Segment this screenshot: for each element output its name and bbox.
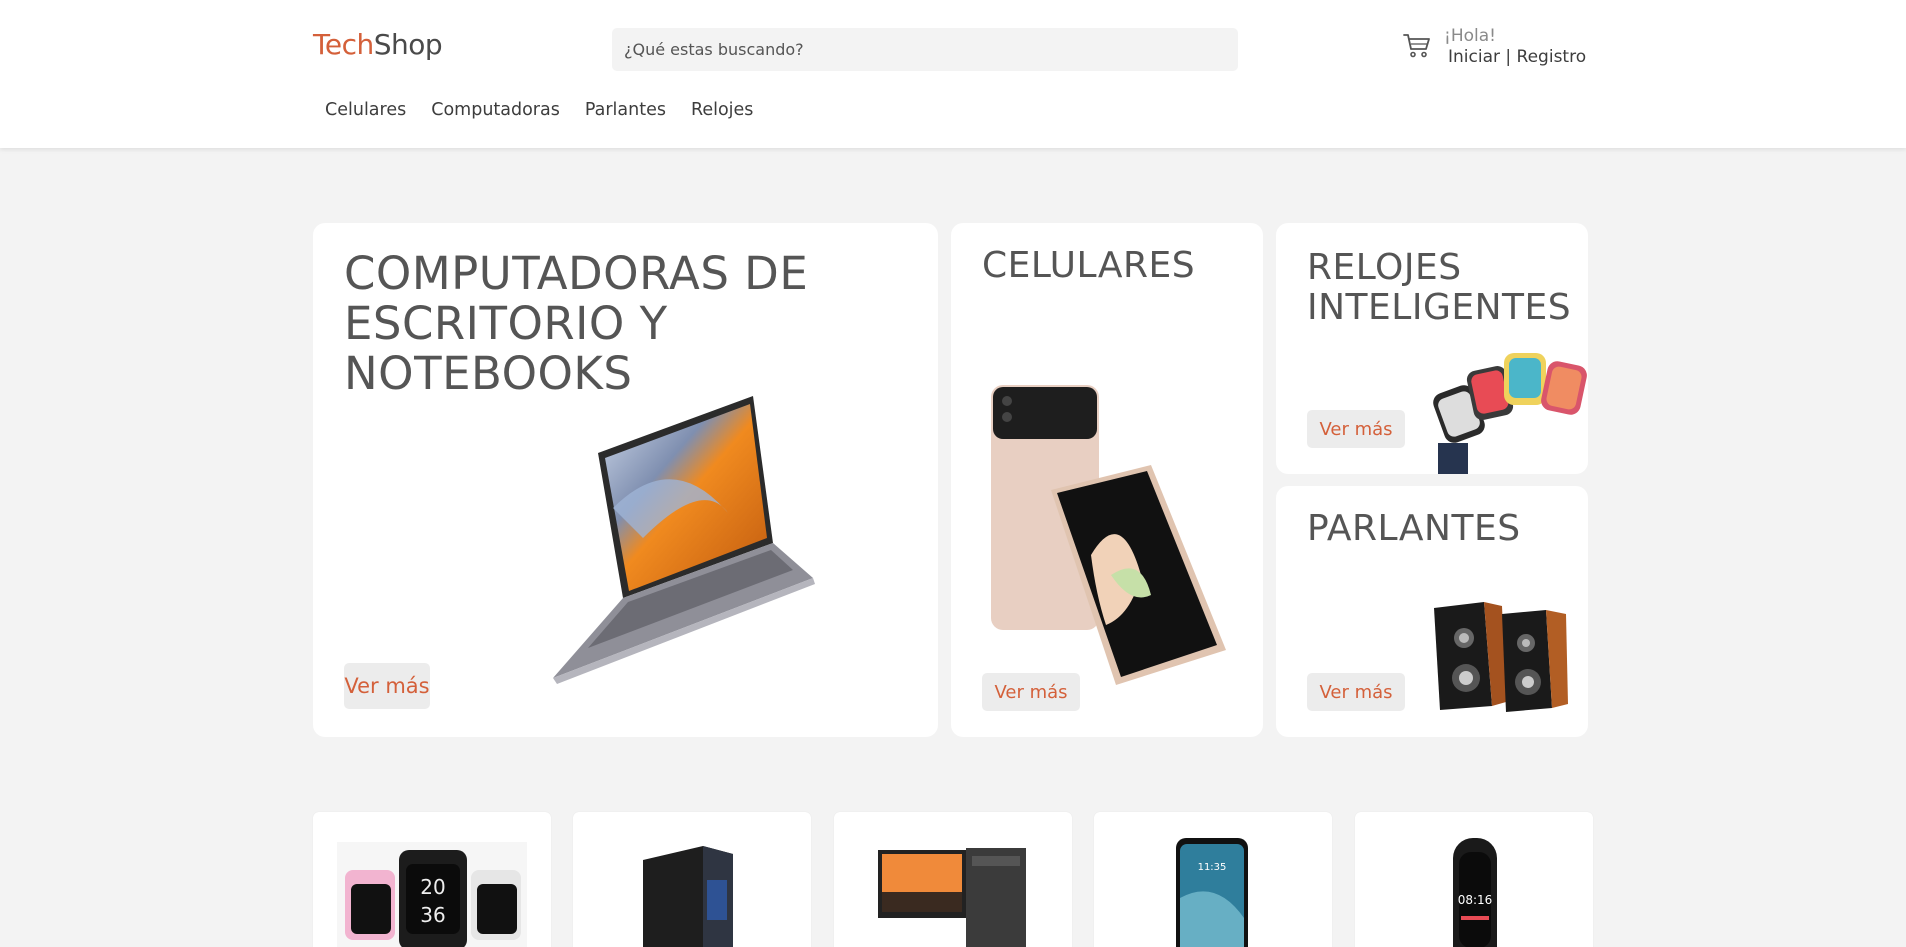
pc-tower-image	[643, 846, 733, 947]
smartphone-image: 11:35	[1176, 838, 1248, 947]
watch-minute: 36	[420, 903, 445, 927]
watches-image	[1433, 353, 1587, 474]
search-input[interactable]	[612, 28, 1238, 71]
nav-item-relojes[interactable]: Relojes	[691, 100, 753, 120]
ver-mas-celulares-button[interactable]: Ver más	[982, 673, 1080, 711]
card-title-line: RELOJES	[1307, 247, 1462, 288]
card-title-parlantes: PARLANTES	[1307, 508, 1521, 549]
card-title-line: COMPUTADORAS DE	[344, 247, 809, 300]
card-title-line: ESCRITORIO Y	[344, 297, 668, 350]
site-header: TechShop ¡Hola! Iniciar | Registro Celul…	[0, 0, 1906, 148]
phone-image	[991, 385, 1226, 685]
category-card-parlantes[interactable]: PARLANTES Ver más	[1276, 486, 1588, 737]
product-card[interactable]	[834, 812, 1072, 947]
auth-links: Iniciar | Registro	[1448, 47, 1586, 67]
nav-item-parlantes[interactable]: Parlantes	[585, 100, 666, 120]
category-card-computadoras[interactable]: COMPUTADORAS DE ESCRITORIO Y NOTEBOOKS V…	[313, 223, 938, 737]
watch-hour: 20	[420, 875, 445, 899]
nav-item-computadoras[interactable]: Computadoras	[431, 100, 560, 120]
desktop-computer-image	[878, 848, 1026, 947]
auth-separator: |	[1500, 47, 1517, 67]
category-card-relojes[interactable]: RELOJES INTELIGENTES Ver más	[1276, 223, 1588, 474]
speakers-image	[1434, 602, 1568, 712]
logo-shop: Shop	[373, 28, 443, 61]
ver-mas-computadoras-button[interactable]: Ver más	[344, 663, 430, 709]
product-card[interactable]: 11:35	[1094, 812, 1332, 947]
card-title-relojes: RELOJES INTELIGENTES	[1307, 248, 1571, 328]
nav-item-celulares[interactable]: Celulares	[325, 100, 406, 120]
laptop-image	[553, 396, 815, 684]
category-nav: Celulares Computadoras Parlantes Relojes	[325, 100, 753, 120]
card-title-line: INTELIGENTES	[1307, 287, 1572, 328]
greeting-text: ¡Hola!	[1444, 26, 1496, 46]
product-card[interactable]: 20 36	[313, 812, 551, 947]
logo-tech: Tech	[313, 28, 374, 61]
product-card[interactable]: 08:16	[1355, 812, 1593, 947]
card-title-computadoras: COMPUTADORAS DE ESCRITORIO Y NOTEBOOKS	[344, 249, 808, 399]
ver-mas-parlantes-button[interactable]: Ver más	[1307, 673, 1405, 711]
cart-icon[interactable]	[1402, 30, 1432, 60]
smartwatch-set-image: 20 36	[337, 842, 527, 947]
category-card-celulares[interactable]: CELULARES Ver más	[951, 223, 1263, 737]
product-card[interactable]	[573, 812, 811, 947]
phone-time: 11:35	[1198, 862, 1227, 873]
register-link[interactable]: Registro	[1517, 47, 1587, 67]
logo[interactable]: TechShop	[313, 28, 443, 61]
login-link[interactable]: Iniciar	[1448, 47, 1500, 67]
card-title-celulares: CELULARES	[982, 245, 1196, 286]
ver-mas-relojes-button[interactable]: Ver más	[1307, 410, 1405, 448]
band-time: 08:16	[1458, 893, 1493, 907]
fitness-band-image: 08:16	[1453, 838, 1497, 947]
